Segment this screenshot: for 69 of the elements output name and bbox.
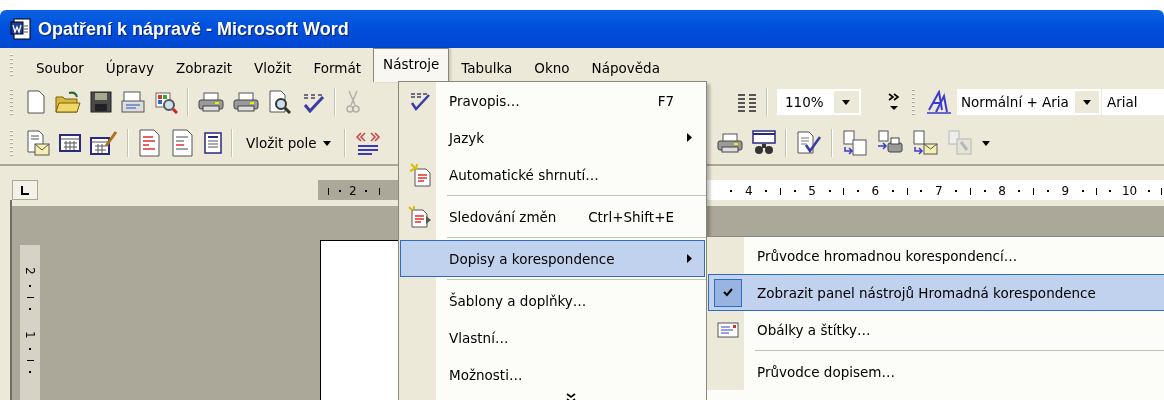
shortcut-label: F7 <box>656 92 674 109</box>
menu-item[interactable]: Formát <box>303 52 372 82</box>
menu-item[interactable]: Nápověda <box>581 52 670 82</box>
ruler-number: 2 <box>349 185 357 197</box>
ruler-number: 7 <box>934 185 943 197</box>
printer-icon[interactable] <box>233 91 259 113</box>
menu-item[interactable]: Zobrazit <box>166 52 243 82</box>
printer-icon[interactable] <box>198 91 224 113</box>
shortcut-label: Ctrl+Shift+E <box>587 208 674 225</box>
tab-selector[interactable] <box>12 180 38 200</box>
menu-item[interactable]: Pravopis… F7 <box>400 82 705 119</box>
menu-item[interactable]: Vlastní… <box>400 319 705 356</box>
caret-icon[interactable] <box>842 99 851 105</box>
menu-item[interactable]: Zobrazit panel nástrojů Hromadná korespondence <box>708 274 1164 311</box>
merge-field-icon[interactable] <box>354 131 381 155</box>
style-dropdown[interactable]: Normální + Aria <box>957 89 1099 115</box>
spelling-check-icon <box>408 90 431 111</box>
open-folder-icon[interactable] <box>55 91 81 113</box>
dropdown-caret-icon[interactable] <box>982 140 990 146</box>
ruler-number: 2 <box>24 267 36 275</box>
menu-item[interactable]: Tabulka <box>451 52 523 82</box>
mail-merge-document-icon[interactable] <box>26 130 50 156</box>
ruler-number: 8 <box>998 185 1006 197</box>
menu-item[interactable]: Jazyk <box>400 119 705 156</box>
print-preview-icon[interactable] <box>268 90 292 114</box>
magnifier-icon[interactable] <box>154 90 178 114</box>
merge-to-email-icon[interactable] <box>912 130 938 156</box>
document-icon[interactable] <box>204 132 222 154</box>
ruler-number: 5 <box>808 185 816 197</box>
menu-item[interactable]: Úpravy <box>95 52 165 82</box>
word-document-icon <box>10 18 32 40</box>
zoom-dropdown[interactable]: 110% <box>777 89 861 115</box>
ruler-number: 4 <box>745 185 753 197</box>
caret-icon[interactable] <box>322 140 331 146</box>
merge-printer-icon[interactable] <box>717 132 743 154</box>
window-title: Opatření k nápravě - Microsoft Word <box>38 18 349 40</box>
styles-icon[interactable] <box>926 90 952 114</box>
caret-icon[interactable] <box>1082 99 1091 105</box>
toolbar-options-icon[interactable] <box>887 92 901 112</box>
merge-to-printer-icon[interactable] <box>877 130 903 156</box>
document-check-icon[interactable] <box>796 131 822 155</box>
binoculars-icon[interactable] <box>752 130 776 156</box>
edit-table-icon[interactable] <box>90 130 118 156</box>
menu-item[interactable]: Sledování změn Ctrl+Shift+E <box>400 198 705 235</box>
font-dropdown[interactable]: Arial <box>1102 89 1164 115</box>
menu-item[interactable]: Průvodce hromadnou korespondencí… <box>708 237 1164 274</box>
ruler-number: 6 <box>871 185 880 197</box>
menu-item[interactable]: Soubor <box>26 52 94 82</box>
menu-item[interactable]: Okno <box>524 52 580 82</box>
auto-summary-icon <box>408 162 431 187</box>
track-changes-icon <box>407 205 432 228</box>
menu-item[interactable]: Vložit <box>244 52 302 82</box>
tab-stop-icon <box>20 185 30 195</box>
menu-item[interactable]: Obálky a štítky… <box>708 311 1164 348</box>
menu-item[interactable]: Nástroje <box>373 48 450 82</box>
ruler-number: 1 <box>24 330 36 339</box>
columns-icon[interactable] <box>737 92 757 112</box>
new-document-icon[interactable] <box>26 90 46 114</box>
table-icon[interactable] <box>59 133 81 153</box>
menu-item[interactable]: Dopisy a korespondence <box>400 240 705 277</box>
ruler-number: 10 <box>1121 185 1138 197</box>
menu-item[interactable]: Možnosti… <box>400 356 705 393</box>
merge-to-document-icon[interactable] <box>842 130 868 156</box>
menu-item[interactable]: Průvodce dopisem… <box>708 353 1164 390</box>
spelling-check-icon[interactable] <box>301 91 325 113</box>
ruler-number: 9 <box>1061 185 1070 197</box>
menu-item[interactable]: Automatické shrnutí… <box>400 156 705 193</box>
insert-field-button[interactable]: Vložit pole <box>242 132 335 154</box>
menu-item[interactable]: Šablony a doplňky… <box>400 282 705 319</box>
